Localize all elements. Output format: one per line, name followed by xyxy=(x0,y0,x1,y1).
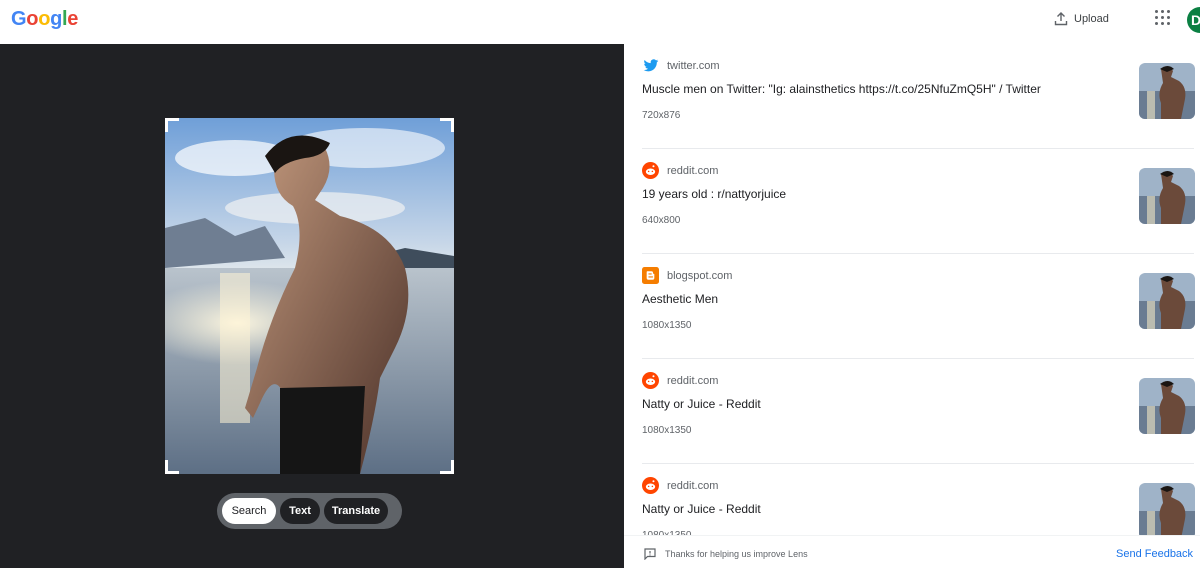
result-dimensions: 720x876 xyxy=(642,110,681,121)
result-title[interactable]: Natty or Juice - Reddit xyxy=(642,502,761,516)
feedback-icon xyxy=(644,548,656,560)
blogger-icon xyxy=(642,267,659,284)
upload-label: Upload xyxy=(1074,13,1109,25)
result-thumbnail[interactable] xyxy=(1139,168,1195,224)
result-card[interactable]: reddit.com Natty or Juice - Reddit 1080x… xyxy=(642,464,1195,535)
logo-letter: G xyxy=(11,8,27,30)
apps-grid-icon[interactable] xyxy=(1155,10,1171,26)
result-card[interactable]: reddit.com 19 years old : r/nattyorjuice… xyxy=(642,149,1195,254)
result-title[interactable]: 19 years old : r/nattyorjuice xyxy=(642,187,786,201)
image-viewer: Search Text Translate xyxy=(0,44,624,568)
top-bar: Google Upload D xyxy=(0,0,1200,44)
result-source: reddit.com xyxy=(667,164,719,177)
google-logo[interactable]: Google xyxy=(11,8,78,31)
result-dimensions: 640x800 xyxy=(642,215,681,226)
result-dimensions: 1080x1350 xyxy=(642,425,692,436)
result-thumbnail[interactable] xyxy=(1139,483,1195,535)
text-mode-button[interactable]: Text xyxy=(280,498,320,524)
translate-mode-button[interactable]: Translate xyxy=(324,498,388,524)
feedback-footer: Thanks for helping us improve Lens Send … xyxy=(624,535,1200,568)
logo-letter: o xyxy=(26,8,39,30)
lens-mode-selector: Search Text Translate xyxy=(217,493,402,529)
result-source: reddit.com xyxy=(667,374,719,387)
result-dimensions: 1080x1350 xyxy=(642,320,692,331)
reddit-icon xyxy=(642,162,659,179)
logo-letter: o xyxy=(38,8,51,30)
result-source: twitter.com xyxy=(667,59,720,72)
search-mode-button[interactable]: Search xyxy=(222,498,276,524)
result-title[interactable]: Muscle men on Twitter: "Ig: alainsthetic… xyxy=(642,82,1041,96)
result-card[interactable]: twitter.com Muscle men on Twitter: "Ig: … xyxy=(642,44,1195,149)
query-image xyxy=(165,118,454,474)
result-title[interactable]: Aesthetic Men xyxy=(642,292,718,306)
result-card[interactable]: reddit.com Natty or Juice - Reddit 1080x… xyxy=(642,359,1195,464)
result-thumbnail[interactable] xyxy=(1139,63,1195,119)
reddit-icon xyxy=(642,477,659,494)
result-card[interactable]: blogspot.com Aesthetic Men 1080x1350 xyxy=(642,254,1195,359)
logo-letter: e xyxy=(67,8,79,30)
result-thumbnail[interactable] xyxy=(1139,273,1195,329)
result-title[interactable]: Natty or Juice - Reddit xyxy=(642,397,761,411)
avatar[interactable]: D xyxy=(1187,7,1200,33)
result-source: reddit.com xyxy=(667,479,719,492)
logo-letter: g xyxy=(50,8,63,30)
twitter-icon xyxy=(642,57,659,74)
upload-icon xyxy=(1054,12,1068,26)
reddit-icon xyxy=(642,372,659,389)
result-source: blogspot.com xyxy=(667,269,733,282)
upload-button[interactable]: Upload xyxy=(1054,9,1109,29)
result-thumbnail[interactable] xyxy=(1139,378,1195,434)
send-feedback-link[interactable]: Send Feedback xyxy=(1116,548,1193,560)
visual-matches-list: twitter.com Muscle men on Twitter: "Ig: … xyxy=(624,44,1200,535)
feedback-thanks-text: Thanks for helping us improve Lens xyxy=(665,549,808,559)
